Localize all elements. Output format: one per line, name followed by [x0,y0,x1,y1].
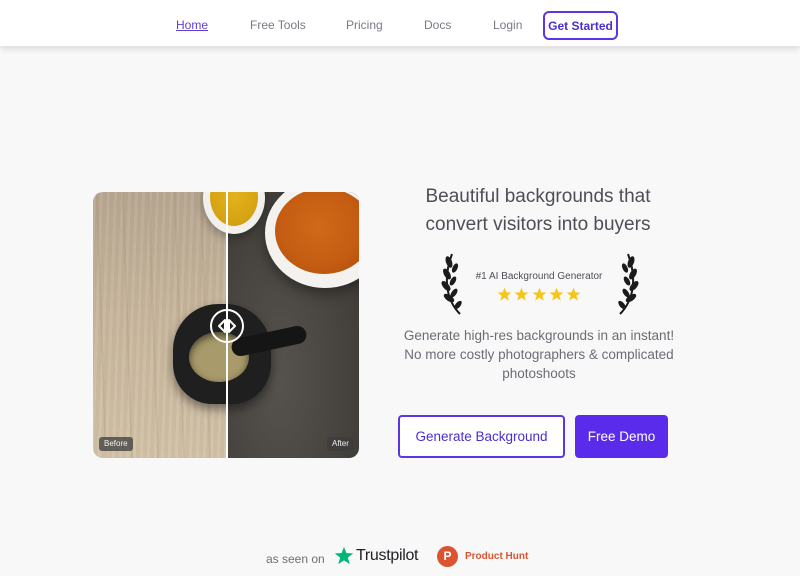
nav-home-link[interactable]: Home [176,18,208,32]
nav-pricing-link[interactable]: Pricing [346,18,383,32]
star-icon [566,287,581,301]
subtext-line-3: photoshoots [502,366,576,381]
after-tag: After [327,437,354,451]
product-hunt-logo[interactable]: P Product Hunt [437,545,528,567]
hero-headline: Beautiful backgrounds that convert visit… [388,183,688,239]
nav-docs-link[interactable]: Docs [424,18,451,32]
slider-handle[interactable] [210,309,244,343]
nav-login-link[interactable]: Login [493,18,522,32]
star-icon [532,287,546,301]
get-started-button[interactable]: Get Started [543,11,618,40]
product-hunt-icon: P [437,545,458,567]
top-nav: Home Free Tools Pricing Docs Login Get S… [0,0,800,47]
before-tag: Before [99,437,133,451]
rating-stars [497,287,581,303]
before-after-slider[interactable]: Before After [93,192,359,458]
award-label: #1 AI Background Generator [475,271,603,282]
subtext-line-2: No more costly photographers & complicat… [404,347,674,362]
nav-free-tools-link[interactable]: Free Tools [250,18,306,32]
seen-on-label: as seen on [266,552,325,566]
star-icon [497,287,512,301]
product-hunt-text: Product Hunt [465,550,529,562]
trustpilot-logo[interactable]: Trustpilot [334,545,419,567]
subtext-line-1: Generate high-res backgrounds in an inst… [403,328,675,343]
drag-arrows-icon [218,319,236,333]
laurel-left-icon [441,253,462,315]
star-icon [549,287,564,301]
trustpilot-star-icon [334,546,354,565]
hero-subtext: Generate high-res backgrounds in an inst… [388,326,690,383]
free-demo-button[interactable]: Free Demo [575,415,668,458]
star-icon [514,287,529,301]
generate-background-button[interactable]: Generate Background [398,415,565,458]
headline-line-2: convert visitors into buyers [425,214,651,235]
headline-line-1: Beautiful backgrounds that [425,186,651,207]
laurel-right-icon [618,253,639,315]
trustpilot-text: Trustpilot [356,547,419,564]
